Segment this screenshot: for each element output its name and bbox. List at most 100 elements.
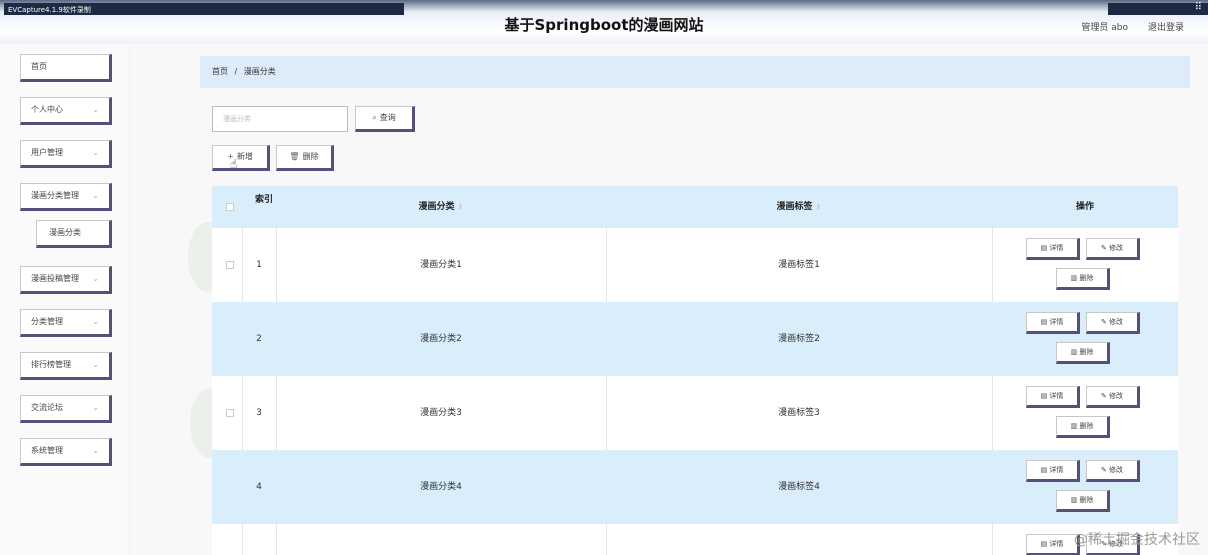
sidebar-item-submission-mgmt[interactable]: 漫画投稿管理 ⌄ bbox=[20, 266, 112, 294]
edit-button[interactable]: ✎ 修改 bbox=[1086, 460, 1140, 482]
detail-label: 详情 bbox=[1049, 392, 1064, 400]
search-input[interactable]: 漫画分类 bbox=[212, 106, 348, 132]
hand-cursor-icon: ☝ bbox=[230, 157, 238, 171]
delete-button[interactable]: ▥ 删除 bbox=[1056, 268, 1110, 290]
add-button-label: 新增 bbox=[236, 152, 253, 161]
sidebar-item-label: 分类管理 bbox=[31, 317, 63, 326]
cell-index: 1 bbox=[256, 260, 262, 270]
sidebar-item-forum[interactable]: 交流论坛 ⌄ bbox=[20, 395, 112, 423]
cell-tag: 漫画标签2 bbox=[778, 334, 820, 344]
grid-line bbox=[276, 524, 277, 555]
search-icon: ⌕ bbox=[372, 113, 377, 122]
edit-icon: ✎ bbox=[1100, 244, 1110, 252]
detail-label: 详情 bbox=[1049, 540, 1064, 548]
row-checkbox[interactable] bbox=[226, 335, 234, 343]
bulk-delete-button[interactable]: 🗑 删除 bbox=[276, 145, 334, 171]
grid-line bbox=[606, 524, 607, 555]
header-category-label: 漫画分类 bbox=[418, 202, 455, 212]
breadcrumb-current: 漫画分类 bbox=[243, 67, 276, 76]
grid-line bbox=[992, 228, 993, 302]
detail-button[interactable]: ▤ 详情 bbox=[1026, 238, 1080, 260]
chevron-down-icon: ⌄ bbox=[92, 105, 99, 114]
cell-tag: 漫画标签1 bbox=[778, 260, 820, 270]
bulk-delete-label: 删除 bbox=[302, 152, 319, 161]
chevron-down-icon: ⌄ bbox=[92, 360, 99, 369]
admin-user[interactable]: 管理员 abo bbox=[1081, 20, 1128, 33]
edit-button[interactable]: ✎ 修改 bbox=[1086, 386, 1140, 408]
sidebar-subitem-category[interactable]: 漫画分类 bbox=[36, 220, 112, 248]
sort-icon: ⇕ bbox=[815, 203, 822, 211]
cell-category: 漫画分类1 bbox=[420, 260, 462, 270]
table-row: 2 漫画分类2 漫画标签2 ▤ 详情 ✎ 修改 ▥ 删除 bbox=[212, 302, 1178, 376]
grid-line bbox=[992, 376, 993, 450]
chevron-down-icon: ⌄ bbox=[92, 446, 99, 455]
edit-button[interactable]: ✎ 修改 bbox=[1086, 238, 1140, 260]
sort-icon: ⇕ bbox=[457, 203, 464, 211]
add-button[interactable]: + 新增 bbox=[212, 145, 270, 171]
sidebar-item-home[interactable]: 首页 bbox=[20, 54, 112, 82]
breadcrumb-home[interactable]: 首页 bbox=[212, 67, 228, 76]
sidebar-item-ranking[interactable]: 排行榜管理 ⌄ bbox=[20, 352, 112, 380]
delete-label: 删除 bbox=[1079, 348, 1094, 356]
sidebar-item-label: 交流论坛 bbox=[31, 403, 63, 412]
cell-index: 2 bbox=[256, 334, 262, 344]
chevron-down-icon: ⌄ bbox=[92, 148, 99, 157]
sidebar-item-label: 用户管理 bbox=[31, 148, 63, 157]
delete-button[interactable]: ▥ 删除 bbox=[1056, 490, 1110, 512]
row-checkbox[interactable] bbox=[226, 261, 234, 269]
grid-line bbox=[242, 524, 243, 555]
select-all-checkbox[interactable] bbox=[226, 203, 234, 211]
divider bbox=[340, 162, 1190, 164]
trash-icon: 🗑 bbox=[289, 152, 300, 161]
edit-label: 修改 bbox=[1109, 318, 1124, 326]
sidebar-item-label: 系统管理 bbox=[31, 446, 63, 455]
chevron-down-icon: ⌄ bbox=[92, 403, 99, 412]
detail-button[interactable]: ▤ 详情 bbox=[1026, 312, 1080, 334]
edit-label: 修改 bbox=[1109, 244, 1124, 252]
logout-link[interactable]: 退出登录 bbox=[1148, 20, 1184, 33]
breadcrumb-separator: / bbox=[234, 67, 238, 76]
detail-button[interactable]: ▤ 详情 bbox=[1026, 460, 1080, 482]
detail-button[interactable]: ▤ 详情 bbox=[1026, 534, 1080, 555]
grid-line bbox=[992, 524, 993, 555]
sidebar-item-label: 排行榜管理 bbox=[31, 360, 71, 369]
header-index: 索引 bbox=[254, 195, 273, 205]
sidebar-item-category-mgmt[interactable]: 漫画分类管理 ⌄ bbox=[20, 183, 112, 211]
delete-label: 删除 bbox=[1079, 274, 1094, 282]
sidebar-item-users[interactable]: 用户管理 ⌄ bbox=[20, 140, 112, 168]
search-button-label: 查询 bbox=[379, 113, 396, 122]
sidebar-item-system[interactable]: 系统管理 ⌄ bbox=[20, 438, 112, 466]
edit-icon: ✎ bbox=[1100, 466, 1110, 474]
header-tag[interactable]: 漫画标签 ⇕ bbox=[606, 186, 992, 228]
detail-button[interactable]: ▤ 详情 bbox=[1026, 386, 1080, 408]
edit-label: 修改 bbox=[1109, 392, 1124, 400]
cell-category: 漫画分类4 bbox=[420, 482, 462, 492]
top-bar: EVCapture4.1.9软件录制 ⠿ 基于Springboot的漫画网站 管… bbox=[0, 0, 1208, 44]
delete-label: 删除 bbox=[1079, 422, 1094, 430]
delete-label: 删除 bbox=[1079, 496, 1094, 504]
sidebar-item-profile[interactable]: 个人中心 ⌄ bbox=[20, 97, 112, 125]
cell-tag: 漫画标签3 bbox=[778, 408, 820, 418]
delete-button[interactable]: ▥ 删除 bbox=[1056, 342, 1110, 364]
table-row: 1 漫画分类1 漫画标签1 ▤ 详情 ✎ 修改 ▥ 删除 bbox=[212, 228, 1178, 302]
search-button[interactable]: ⌕ 查询 bbox=[355, 106, 415, 132]
table-row: 3 漫画分类3 漫画标签3 ▤ 详情 ✎ 修改 ▥ 删除 bbox=[212, 376, 1178, 450]
delete-button[interactable]: ▥ 删除 bbox=[1056, 416, 1110, 438]
header-category[interactable]: 漫画分类 ⇕ bbox=[276, 186, 606, 228]
sidebar-item-classify-mgmt[interactable]: 分类管理 ⌄ bbox=[20, 309, 112, 337]
sidebar-item-label: 个人中心 bbox=[31, 105, 63, 114]
sidebar-item-label: 首页 bbox=[31, 62, 47, 71]
detail-label: 详情 bbox=[1049, 244, 1064, 252]
cell-tag: 漫画标签4 bbox=[778, 482, 820, 492]
row-checkbox[interactable] bbox=[226, 409, 234, 417]
edit-button[interactable]: ✎ 修改 bbox=[1086, 312, 1140, 334]
watermark: @稀土掘金技术社区 bbox=[1074, 532, 1200, 548]
table-row: ▤ 详情 ✎ 修改 bbox=[212, 524, 1178, 555]
breadcrumb: 首页 / 漫画分类 bbox=[200, 56, 1190, 88]
grip-icon: ⠿ bbox=[1194, 2, 1202, 13]
sidebar-item-label: 漫画分类 bbox=[49, 228, 81, 237]
cell-index: 4 bbox=[256, 482, 262, 492]
detail-label: 详情 bbox=[1049, 466, 1064, 474]
row-checkbox[interactable] bbox=[226, 483, 234, 491]
chevron-down-icon: ⌄ bbox=[92, 274, 99, 283]
